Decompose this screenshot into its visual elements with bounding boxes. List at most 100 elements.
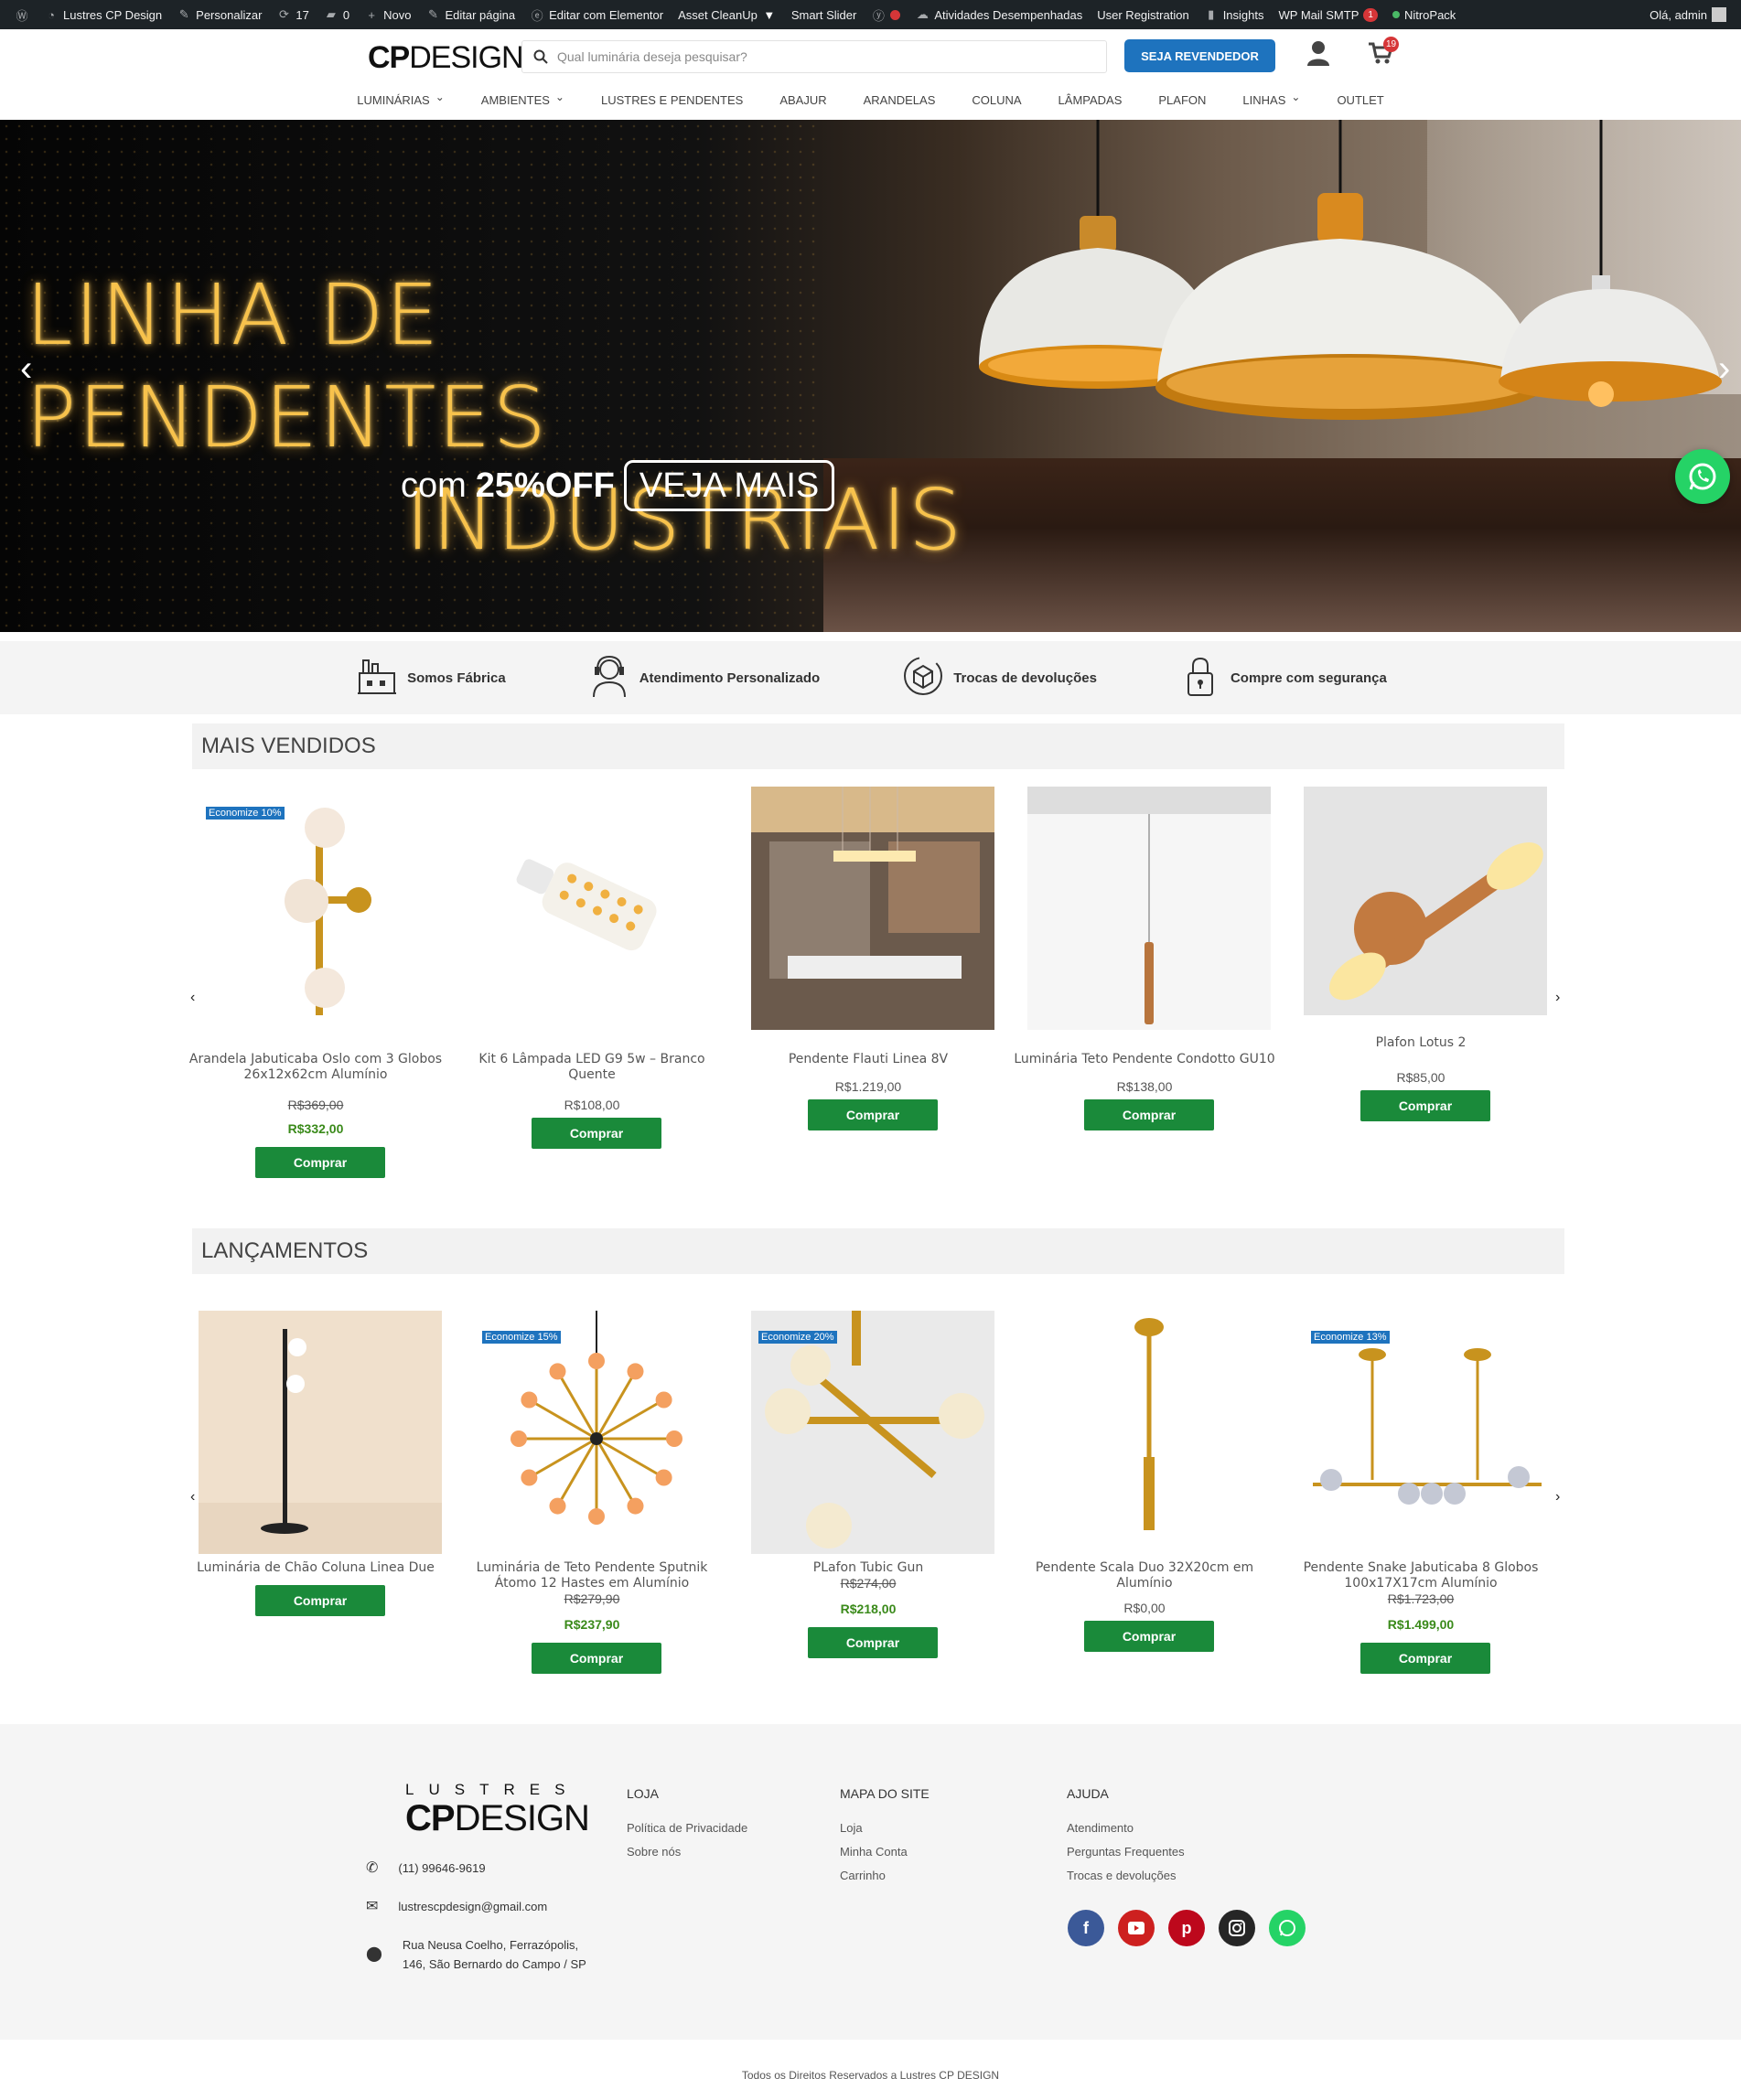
product-image[interactable] [751,1311,994,1554]
admin-insights-link[interactable]: ▮ Insights [1197,0,1272,29]
product-card[interactable]: Pendente Flauti Linea 8V R$1.219,00 Compra… [745,787,994,1171]
site-logo[interactable]: CPDESIGN [368,40,524,76]
admin-account-menu[interactable]: Olá, admin [1642,0,1734,29]
admin-nitropack-link[interactable]: NitroPack [1385,0,1463,29]
footer-link[interactable]: Atendimento [1067,1821,1185,1835]
nav-item-5[interactable]: COLUNA [953,86,1039,113]
admin-activities-link[interactable]: ☁ Atividades Desempenhadas [908,0,1090,29]
buy-button[interactable]: Comprar [1084,1621,1214,1652]
product-name[interactable]: Pendente Snake Jabuticaba 8 Globos 100x1… [1288,1560,1553,1591]
admin-asset-cleanup-link[interactable]: Asset CleanUp ▼ [671,0,784,29]
carousel-next-icon[interactable]: › [1555,1489,1560,1505]
product-name[interactable]: Luminária de Teto Pendente Sputnik Átomo… [459,1560,725,1591]
nav-item-4[interactable]: ARANDELAS [845,86,954,113]
hero-next-arrow-icon[interactable]: › [1718,348,1730,390]
box-return-icon [900,653,946,702]
whatsapp-icon [1689,463,1716,490]
product-image[interactable] [751,787,994,1030]
admin-customize-link[interactable]: ✎ Personalizar [169,0,269,29]
nav-item-2[interactable]: LUSTRES E PENDENTES [583,86,761,113]
footer-link[interactable]: Trocas e devoluções [1067,1869,1185,1882]
admin-edit-page-link[interactable]: ✎ Editar página [418,0,522,29]
carousel-prev-icon[interactable]: ‹ [190,990,195,1006]
nav-item-6[interactable]: LÂMPADAS [1040,86,1141,113]
buy-button[interactable]: Comprar [1084,1099,1214,1130]
product-name[interactable]: Pendente Flauti Linea 8V [736,1052,1001,1067]
product-name[interactable]: Kit 6 Lâmpada LED G9 5w – Branco Quente [459,1052,725,1083]
footer-logo[interactable]: LUSTRES CPDESIGN [405,1781,590,1838]
footer-phone[interactable]: ✆ (11) 99646-9619 [366,1859,486,1878]
product-card[interactable]: Luminária de Chão Coluna Linea Due Compra… [192,1292,442,1677]
footer-link[interactable]: Minha Conta [840,1845,930,1859]
footer-email[interactable]: ✉ lustrescpdesign@gmail.com [366,1897,547,1916]
buy-button[interactable]: Comprar [255,1585,385,1616]
admin-site-link[interactable]: ◔ Lustres CP Design [37,0,169,29]
footer-link[interactable]: Carrinho [840,1869,930,1882]
buy-button[interactable]: Comprar [532,1118,661,1149]
admin-comments-link[interactable]: ▰ 0 [317,0,357,29]
footer-link[interactable]: Sobre nós [627,1845,747,1859]
search-input[interactable] [557,49,1069,64]
product-name[interactable]: Plafon Lotus 2 [1288,1035,1553,1051]
admin-elementor-link[interactable]: ⓔ Editar com Elementor [522,0,671,29]
product-image[interactable] [1027,787,1271,1030]
hero-cta-button[interactable]: VEJA MAIS [623,460,835,511]
nav-item-7[interactable]: PLAFON [1140,86,1224,113]
pencil-icon: ✎ [428,7,438,21]
wordpress-menu[interactable]: Ⓦ [7,0,37,29]
nav-item-3[interactable]: ABAJUR [761,86,844,113]
admin-new-link[interactable]: + Novo [357,0,418,29]
product-name[interactable]: Luminária de Chão Coluna Linea Due [183,1560,448,1576]
instagram-icon[interactable] [1219,1910,1255,1946]
product-image[interactable] [475,1311,718,1554]
social-links: fp [1068,1910,1306,1946]
product-card[interactable]: Economize 20% PLafon Tubic Gun R$274,00 R$2… [745,1292,994,1677]
product-image[interactable] [1304,1311,1547,1554]
product-name[interactable]: Luminária Teto Pendente Condotto GU10 [1012,1052,1277,1067]
facebook-icon[interactable]: f [1068,1910,1104,1946]
product-card[interactable]: Economize 15% Luminária de Teto Pendente … [468,1292,718,1677]
buy-button[interactable]: Comprar [532,1643,661,1674]
footer-link[interactable]: Perguntas Frequentes [1067,1845,1185,1859]
product-name[interactable]: Pendente Scala Duo 32X20cm em Alumínio [1012,1560,1277,1591]
product-card[interactable]: Luminária Teto Pendente Condotto GU10 R$1… [1014,787,1275,1171]
product-card[interactable]: Economize 10% Arandela Jabuticaba Oslo co… [189,787,442,1178]
footer-link[interactable]: Loja [840,1821,930,1835]
product-name[interactable]: PLafon Tubic Gun [736,1560,1001,1576]
search-icon[interactable] [533,49,548,64]
product-image[interactable] [475,787,718,1030]
product-image[interactable] [199,1311,442,1554]
product-image[interactable] [1304,787,1547,1030]
buy-button[interactable]: Comprar [808,1099,938,1130]
admin-wp-mail-link[interactable]: WP Mail SMTP 1 [1272,0,1385,29]
admin-user-registration-link[interactable]: User Registration [1090,0,1196,29]
product-card[interactable]: Pendente Scala Duo 32X20cm em Alumínio R$… [1021,1292,1271,1677]
product-image[interactable] [1027,1311,1271,1554]
admin-smart-slider-link[interactable]: Smart Slider [784,0,865,29]
nav-item-1[interactable]: AMBIENTES ⌄ [463,86,583,113]
carousel-prev-icon[interactable]: ‹ [190,1489,195,1505]
nav-item-0[interactable]: LUMINÁRIAS ⌄ [339,86,463,113]
product-card[interactable]: Economize 13% Pendente Snake Jabuticaba 8… [1297,1292,1547,1677]
whatsapp-float-button[interactable] [1675,449,1730,504]
product-card[interactable]: Kit 6 Lâmpada LED G9 5w – Branco Quente R… [468,787,718,1171]
youtube-icon[interactable] [1118,1910,1155,1946]
user-icon[interactable] [1306,40,1330,66]
product-image[interactable] [199,787,442,1030]
buy-button[interactable]: Comprar [1360,1090,1490,1121]
footer-link[interactable]: Política de Privacidade [627,1821,747,1835]
reseller-button[interactable]: SEJA REVENDEDOR [1124,39,1275,72]
nav-item-8[interactable]: LINHAS ⌄ [1224,86,1318,113]
buy-button[interactable]: Comprar [1360,1643,1490,1674]
product-card[interactable]: Plafon Lotus 2 R$85,00 Comprar [1297,787,1547,1171]
buy-button[interactable]: Comprar [255,1147,385,1178]
product-name[interactable]: Arandela Jabuticaba Oslo com 3 Globos 26… [183,1052,448,1083]
pinterest-icon[interactable]: p [1168,1910,1205,1946]
admin-seo-link[interactable]: ⓨ [864,0,908,29]
nav-item-9[interactable]: OUTLET [1318,86,1402,113]
buy-button[interactable]: Comprar [808,1627,938,1658]
hero-prev-arrow-icon[interactable]: ‹ [20,348,32,390]
admin-updates-link[interactable]: ⟳ 17 [269,0,316,29]
carousel-next-icon[interactable]: › [1555,990,1560,1006]
whatsapp-icon[interactable] [1269,1910,1306,1946]
